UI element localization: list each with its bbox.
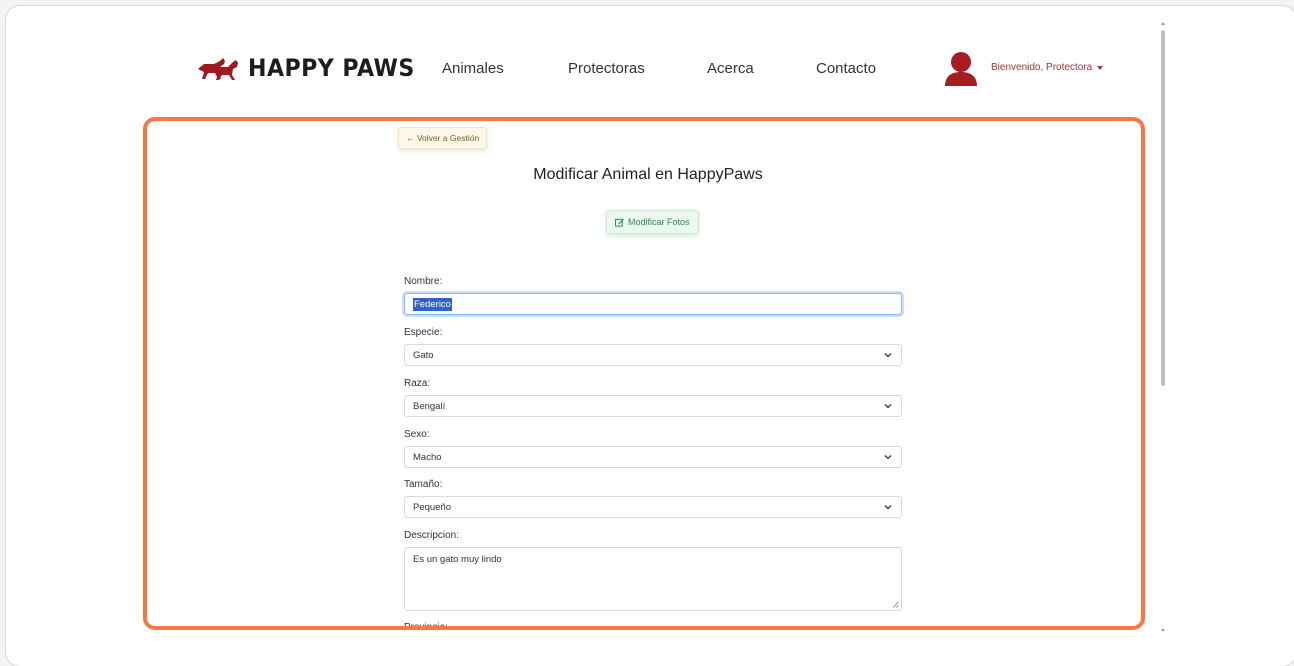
brand-logo[interactable]: HAPPY PAWS — [196, 54, 429, 82]
brand-name: HAPPY PAWS — [248, 54, 415, 82]
page-title: Modificar Animal en HappyPaws — [533, 166, 763, 183]
chevron-down-icon — [884, 505, 892, 510]
chevron-down-icon — [884, 353, 892, 358]
browser-viewport: HAPPY PAWS Animales Protectoras Acerca C… — [6, 6, 1294, 666]
scroll-down-icon[interactable] — [1161, 629, 1165, 632]
especie-select[interactable]: Gato — [404, 344, 902, 366]
user-menu-label: Bienvenido, Protectora — [991, 62, 1093, 73]
sexo-value: Macho — [413, 451, 442, 463]
user-menu-dropdown[interactable]: Bienvenido, Protectora — [991, 62, 1104, 73]
user-avatar-icon[interactable] — [943, 50, 979, 86]
raza-select[interactable]: Bengalí — [404, 395, 902, 417]
scroll-up-icon[interactable] — [1161, 22, 1165, 25]
descripcion-label: Descripcion: — [404, 530, 460, 541]
descripcion-value: Es un gato muy lindo — [413, 554, 502, 565]
nombre-value: Federico — [413, 297, 452, 311]
nav-link-animales[interactable]: Animales — [442, 60, 504, 77]
resize-handle-icon[interactable] — [892, 601, 899, 608]
chevron-down-icon — [884, 455, 892, 460]
raza-label: Raza: — [404, 378, 431, 389]
tamano-value: Pequeño — [413, 501, 452, 513]
modify-photos-button[interactable]: Modificar Fotos — [606, 210, 699, 234]
nav-link-contacto[interactable]: Contacto — [816, 60, 876, 77]
navbar: HAPPY PAWS Animales Protectoras Acerca C… — [6, 6, 1294, 131]
page-scrollbar[interactable] — [1160, 22, 1166, 632]
caret-down-icon — [1097, 65, 1104, 70]
especie-label: Especie: — [404, 327, 443, 338]
raza-value: Bengalí — [413, 400, 446, 412]
provincia-label: Provincia: — [404, 622, 448, 633]
edit-icon — [615, 218, 624, 227]
especie-value: Gato — [413, 349, 434, 361]
sexo-select[interactable]: Macho — [404, 446, 902, 468]
nombre-label: Nombre: — [404, 276, 443, 287]
chevron-down-icon — [884, 404, 892, 409]
tamano-select[interactable]: Pequeño — [404, 496, 902, 518]
tamano-label: Tamaño: — [404, 479, 443, 490]
nombre-input[interactable]: Federico — [404, 293, 902, 315]
scroll-thumb[interactable] — [1161, 30, 1165, 386]
descripcion-textarea[interactable]: Es un gato muy lindo — [404, 547, 902, 611]
nav-link-acerca[interactable]: Acerca — [707, 60, 754, 77]
dogs-logo-icon — [198, 58, 238, 80]
nav-link-protectoras[interactable]: Protectoras — [568, 60, 645, 77]
back-to-management-button[interactable]: ← Volver a Gestión — [398, 127, 488, 149]
sexo-label: Sexo: — [404, 429, 430, 440]
